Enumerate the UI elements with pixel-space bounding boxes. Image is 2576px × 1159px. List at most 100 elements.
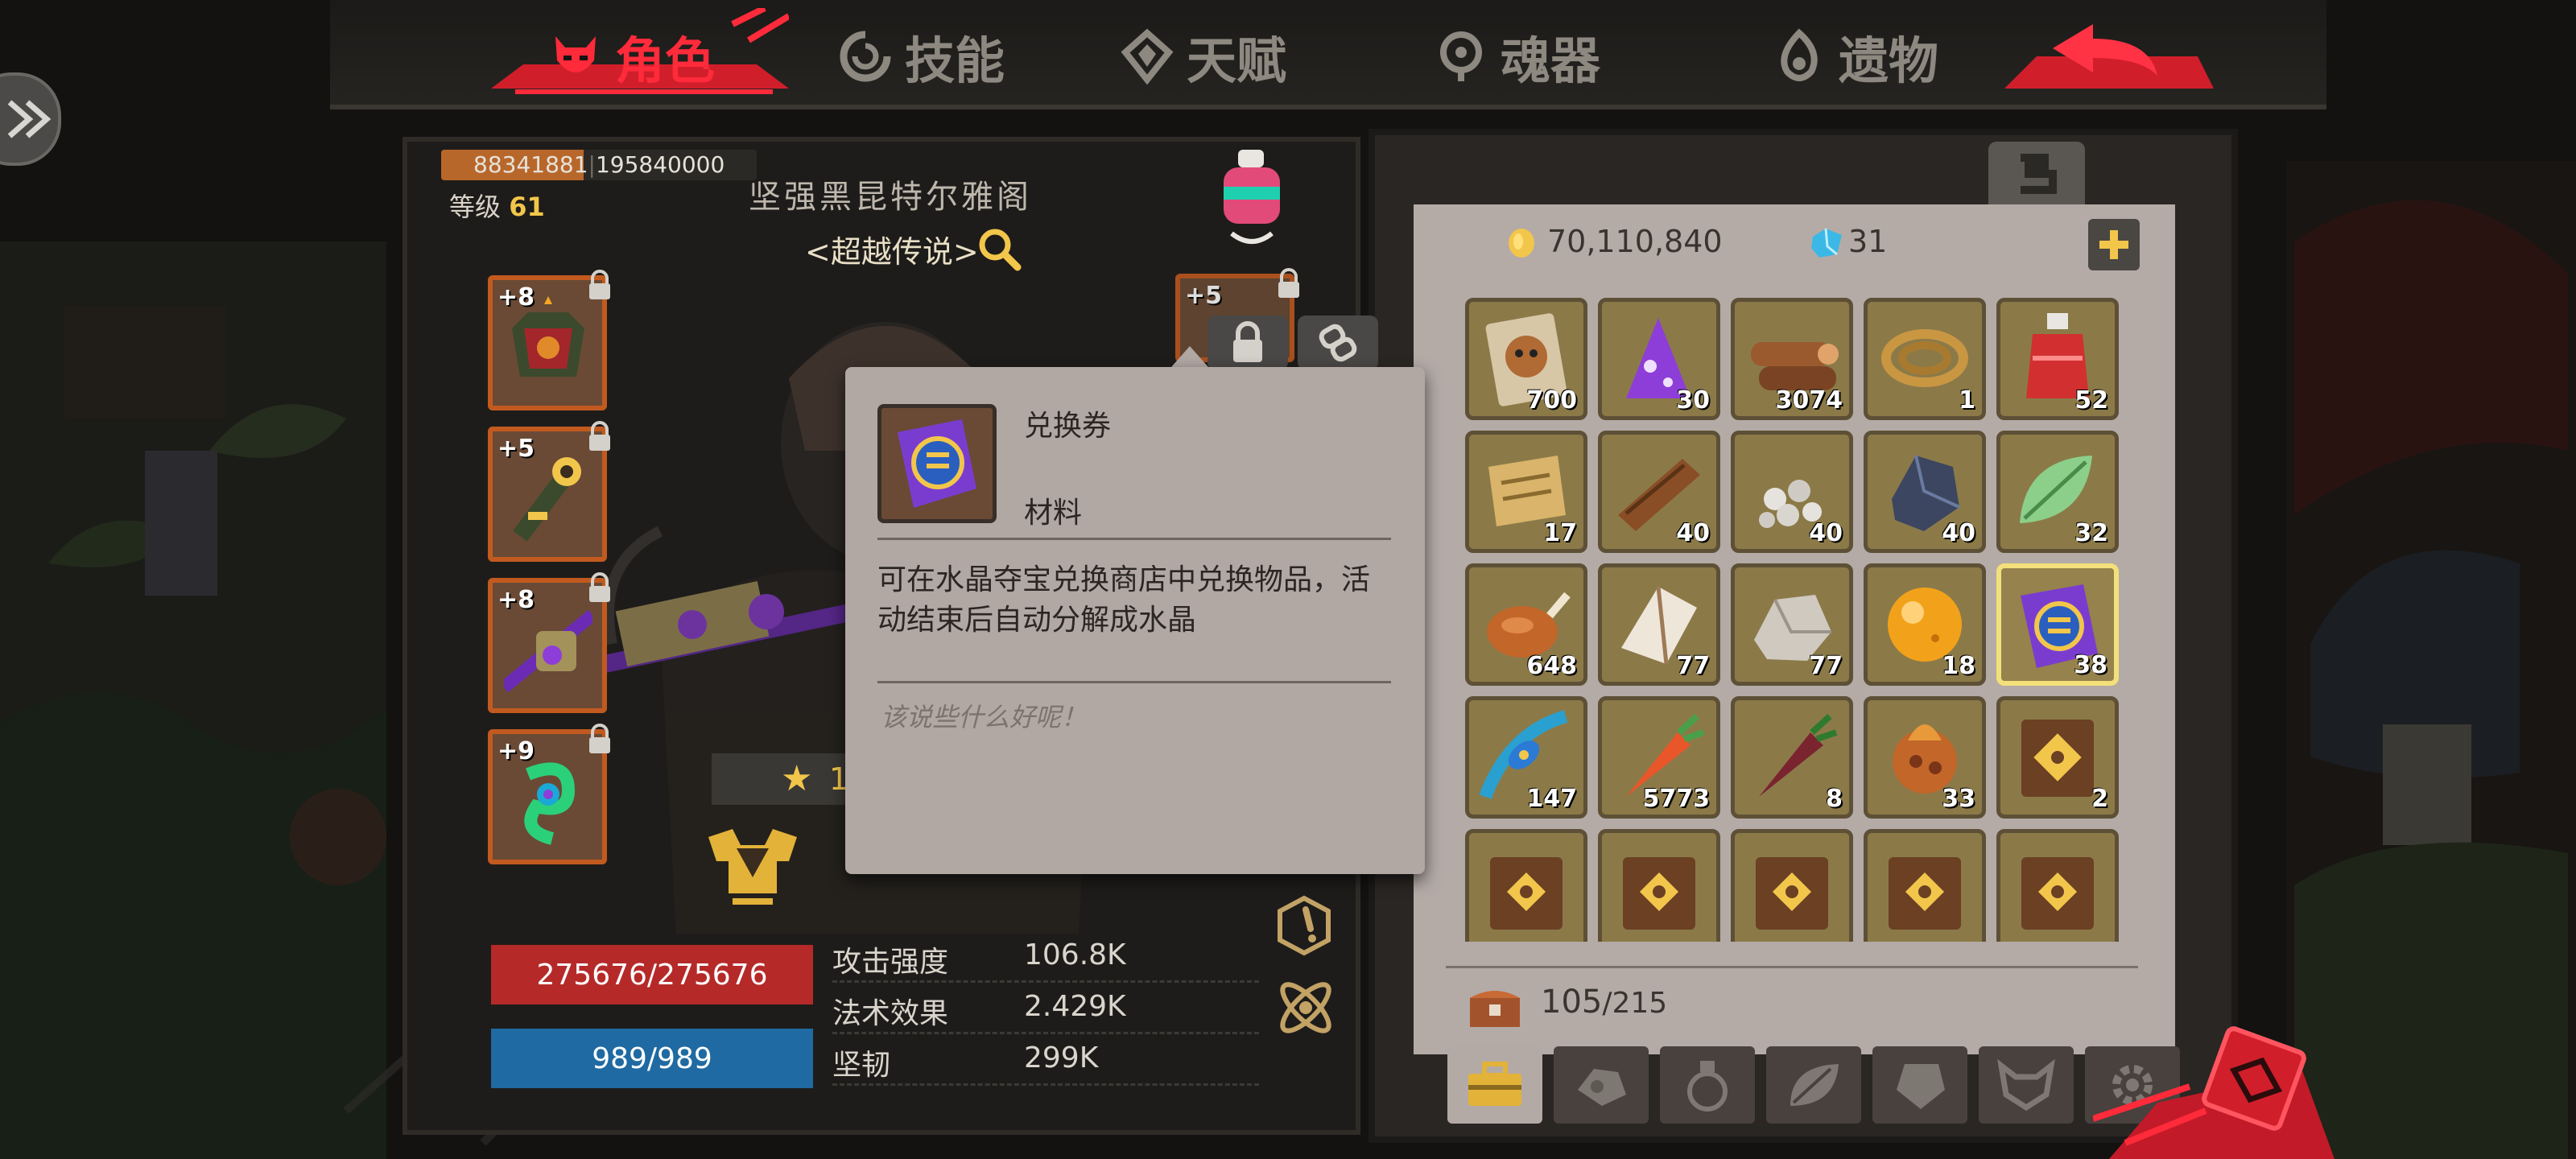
- lock-icon: [589, 270, 610, 299]
- inventory-capacity: 105/215: [1541, 984, 1667, 1021]
- inventory-slot[interactable]: 40: [1598, 431, 1720, 553]
- star-icon: ★: [781, 758, 813, 799]
- inventory-slot[interactable]: 1: [1864, 298, 1986, 420]
- stat-value: 299K: [1024, 1041, 1099, 1074]
- category-tab-beast[interactable]: [1979, 1046, 2074, 1124]
- item-quantity: 147: [1526, 785, 1577, 813]
- inventory-slot[interactable]: 52: [1996, 298, 2119, 420]
- tab-relic-label: 遗物: [1839, 31, 1939, 90]
- equipment-level: +5: [1185, 282, 1223, 310]
- armor-icon: [512, 296, 584, 377]
- star-rating: ★ 1: [712, 753, 857, 805]
- armor-class-icon: [708, 829, 797, 905]
- back-arrow-icon[interactable]: [1988, 8, 2214, 97]
- tab-relic[interactable]: 遗物: [1771, 16, 1938, 97]
- inventory-slot[interactable]: 30: [1598, 298, 1720, 420]
- crafting-button[interactable]: [2093, 1022, 2334, 1159]
- category-tab-all[interactable]: [1447, 1046, 1542, 1124]
- atom-icon[interactable]: [1272, 974, 1340, 1041]
- sort-button[interactable]: [1988, 142, 2085, 206]
- grid-divider: [1446, 966, 2138, 968]
- item-quantity: 700: [1526, 386, 1577, 415]
- inventory-slot[interactable]: 77: [1598, 563, 1720, 686]
- inventory-slot[interactable]: 5773: [1598, 696, 1720, 819]
- gem-amount: 31: [1848, 224, 1888, 259]
- category-tab-gem[interactable]: [1872, 1046, 1967, 1124]
- item-quantity: 5773: [1642, 785, 1711, 813]
- tab-skills-label: 技能: [905, 31, 1005, 90]
- item-quantity: 77: [1809, 652, 1843, 680]
- plus-icon: [2099, 230, 2128, 259]
- stat-attack: 攻击强度 106.8K: [832, 930, 1259, 983]
- level-value: 61: [509, 192, 545, 222]
- tooltip-item-name: 兑换券: [1024, 410, 1112, 443]
- lock-item-button[interactable]: [1208, 316, 1288, 370]
- inventory-slot[interactable]: 40: [1864, 431, 1986, 553]
- inventory-slot[interactable]: 17: [1465, 431, 1587, 553]
- inventory-slot[interactable]: 32: [1996, 431, 2119, 553]
- potion-icon: [1687, 1061, 1728, 1112]
- equipment-level: +5: [497, 435, 535, 463]
- item-quantity: 2: [2091, 785, 2108, 813]
- green-rune-icon: [524, 762, 576, 845]
- inventory-slot[interactable]: 33: [1864, 696, 1986, 819]
- talent-gem-icon: [1121, 28, 1174, 85]
- inventory-slot[interactable]: 38: [1996, 563, 2119, 686]
- item-quantity: 648: [1526, 652, 1577, 680]
- gem-icon: [1897, 1064, 1945, 1109]
- item-tooltip: 兑换券 材料 可在水晶夺宝兑换商店中兑换物品，活动结束后自动分解成水晶 该说些什…: [845, 367, 1425, 874]
- lock-icon: [589, 724, 610, 753]
- leaf-icon: [1790, 1064, 1839, 1106]
- item-quantity: 52: [2074, 386, 2108, 415]
- character-name: 坚强黑昆特尔雅阁: [749, 179, 1032, 216]
- skill-swirl-icon: [840, 31, 891, 82]
- tooltip-divider: [877, 681, 1391, 683]
- inventory-slot[interactable]: 3074: [1731, 298, 1853, 420]
- hp-bar: 275676/275676: [491, 945, 813, 1004]
- tooltip-divider: [877, 538, 1391, 540]
- inventory-slot[interactable]: [1996, 829, 2119, 942]
- key-weapon-icon: [513, 457, 581, 542]
- sort-icon: [2021, 154, 2057, 194]
- inventory-slot[interactable]: 8: [1731, 696, 1853, 819]
- item-quantity: 40: [1676, 519, 1710, 547]
- magnifier-icon[interactable]: [976, 225, 1022, 272]
- tab-skills[interactable]: 技能: [837, 16, 1005, 97]
- category-tab-ore[interactable]: [1554, 1046, 1649, 1124]
- inventory-slot[interactable]: 40: [1731, 431, 1853, 553]
- tab-talent[interactable]: 天赋: [1119, 16, 1286, 97]
- inventory-slot[interactable]: [1731, 829, 1853, 942]
- exchange-ticket-icon: [898, 419, 976, 508]
- inventory-slot[interactable]: 77: [1731, 563, 1853, 686]
- stat-value: 2.429K: [1024, 990, 1126, 1023]
- inventory-slot[interactable]: 2: [1996, 696, 2119, 819]
- gold-coin-icon: [1509, 229, 1534, 258]
- add-currency-button[interactable]: [2088, 219, 2140, 270]
- inventory-slot[interactable]: 700: [1465, 298, 1587, 420]
- chest-icon: [1470, 991, 1520, 1027]
- potion-bottle-icon[interactable]: [1208, 145, 1296, 250]
- tooltip-item-icon-frame: [877, 404, 997, 523]
- inventory-slot[interactable]: 18: [1864, 563, 1986, 686]
- skill-book-icon: [1756, 857, 1828, 930]
- swap-item-button[interactable]: [1298, 316, 1378, 370]
- inventory-slot[interactable]: [1465, 829, 1587, 942]
- toolbox-icon: [1468, 1062, 1521, 1106]
- hexagon-alert-icon[interactable]: [1272, 893, 1336, 958]
- category-tab-potion[interactable]: [1660, 1046, 1755, 1124]
- level-label: 等级: [449, 192, 502, 222]
- inventory-slot[interactable]: 648: [1465, 563, 1587, 686]
- lock-icon: [589, 421, 610, 451]
- item-quantity: 32: [2074, 519, 2108, 547]
- inventory-slot[interactable]: 147: [1465, 696, 1587, 819]
- category-tab-plant[interactable]: [1766, 1046, 1861, 1124]
- equipment-level: +8: [497, 586, 535, 614]
- inventory-slot[interactable]: [1864, 829, 1986, 942]
- character-rank: <超越传说>: [805, 234, 979, 270]
- tab-soul-vessel[interactable]: 魂器: [1433, 16, 1600, 97]
- ore-icon: [1578, 1069, 1626, 1106]
- item-quantity: 3074: [1775, 386, 1843, 415]
- double-chevron-right-icon: [7, 100, 52, 138]
- inventory-slot[interactable]: [1598, 829, 1720, 942]
- tab-character[interactable]: 角色: [547, 16, 715, 97]
